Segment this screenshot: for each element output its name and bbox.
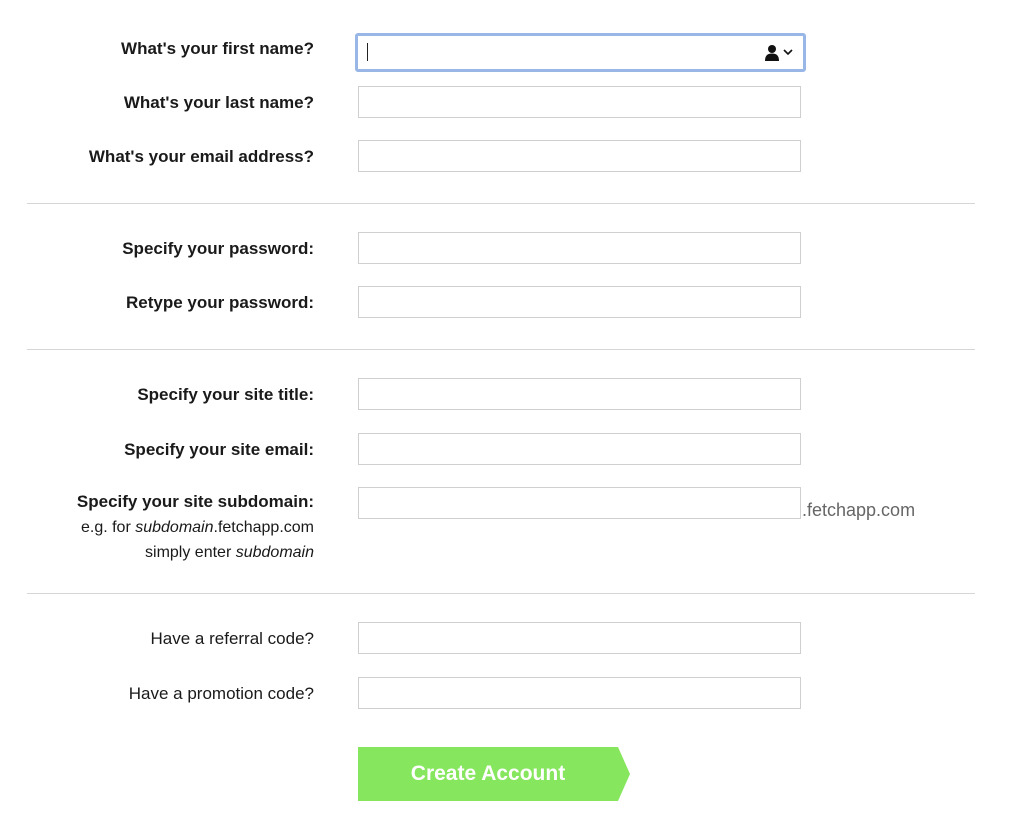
retype-password-label: Retype your password: — [126, 293, 314, 312]
email-label: What's your email address? — [88, 147, 314, 166]
site-title-input[interactable] — [358, 378, 801, 410]
last-name-input[interactable] — [358, 86, 801, 118]
referral-label: Have a referral code? — [150, 629, 314, 648]
create-account-label: Create Account — [410, 762, 566, 785]
section-divider — [27, 593, 975, 594]
promotion-code-input[interactable] — [358, 677, 801, 709]
text-caret — [367, 43, 368, 61]
section-divider — [27, 349, 975, 350]
subdomain-hint-line2: simply enter subdomain — [145, 544, 314, 561]
first-name-input[interactable] — [355, 33, 806, 72]
site-email-input[interactable] — [358, 433, 801, 465]
first-name-label: What's your first name? — [121, 39, 314, 58]
retype-password-input[interactable] — [358, 286, 801, 318]
password-input[interactable] — [358, 232, 801, 264]
subdomain-hint-line1: e.g. for subdomain.fetchapp.com — [80, 519, 314, 536]
site-title-label: Specify your site title: — [137, 385, 314, 404]
section-divider — [27, 203, 975, 204]
autofill-button[interactable] — [764, 43, 793, 61]
site-email-label: Specify your site email: — [124, 440, 314, 459]
create-account-button[interactable]: Create Account — [358, 747, 630, 801]
referral-code-input[interactable] — [358, 622, 801, 654]
domain-suffix: .fetchapp.com — [802, 500, 916, 520]
last-name-label: What's your last name? — [123, 93, 314, 112]
subdomain-label: Specify your site subdomain: — [76, 492, 314, 511]
promotion-label: Have a promotion code? — [128, 684, 314, 703]
person-icon — [765, 44, 779, 61]
password-label: Specify your password: — [122, 239, 314, 258]
chevron-down-icon — [783, 49, 793, 56]
email-input[interactable] — [358, 140, 801, 172]
subdomain-input[interactable] — [358, 487, 801, 519]
